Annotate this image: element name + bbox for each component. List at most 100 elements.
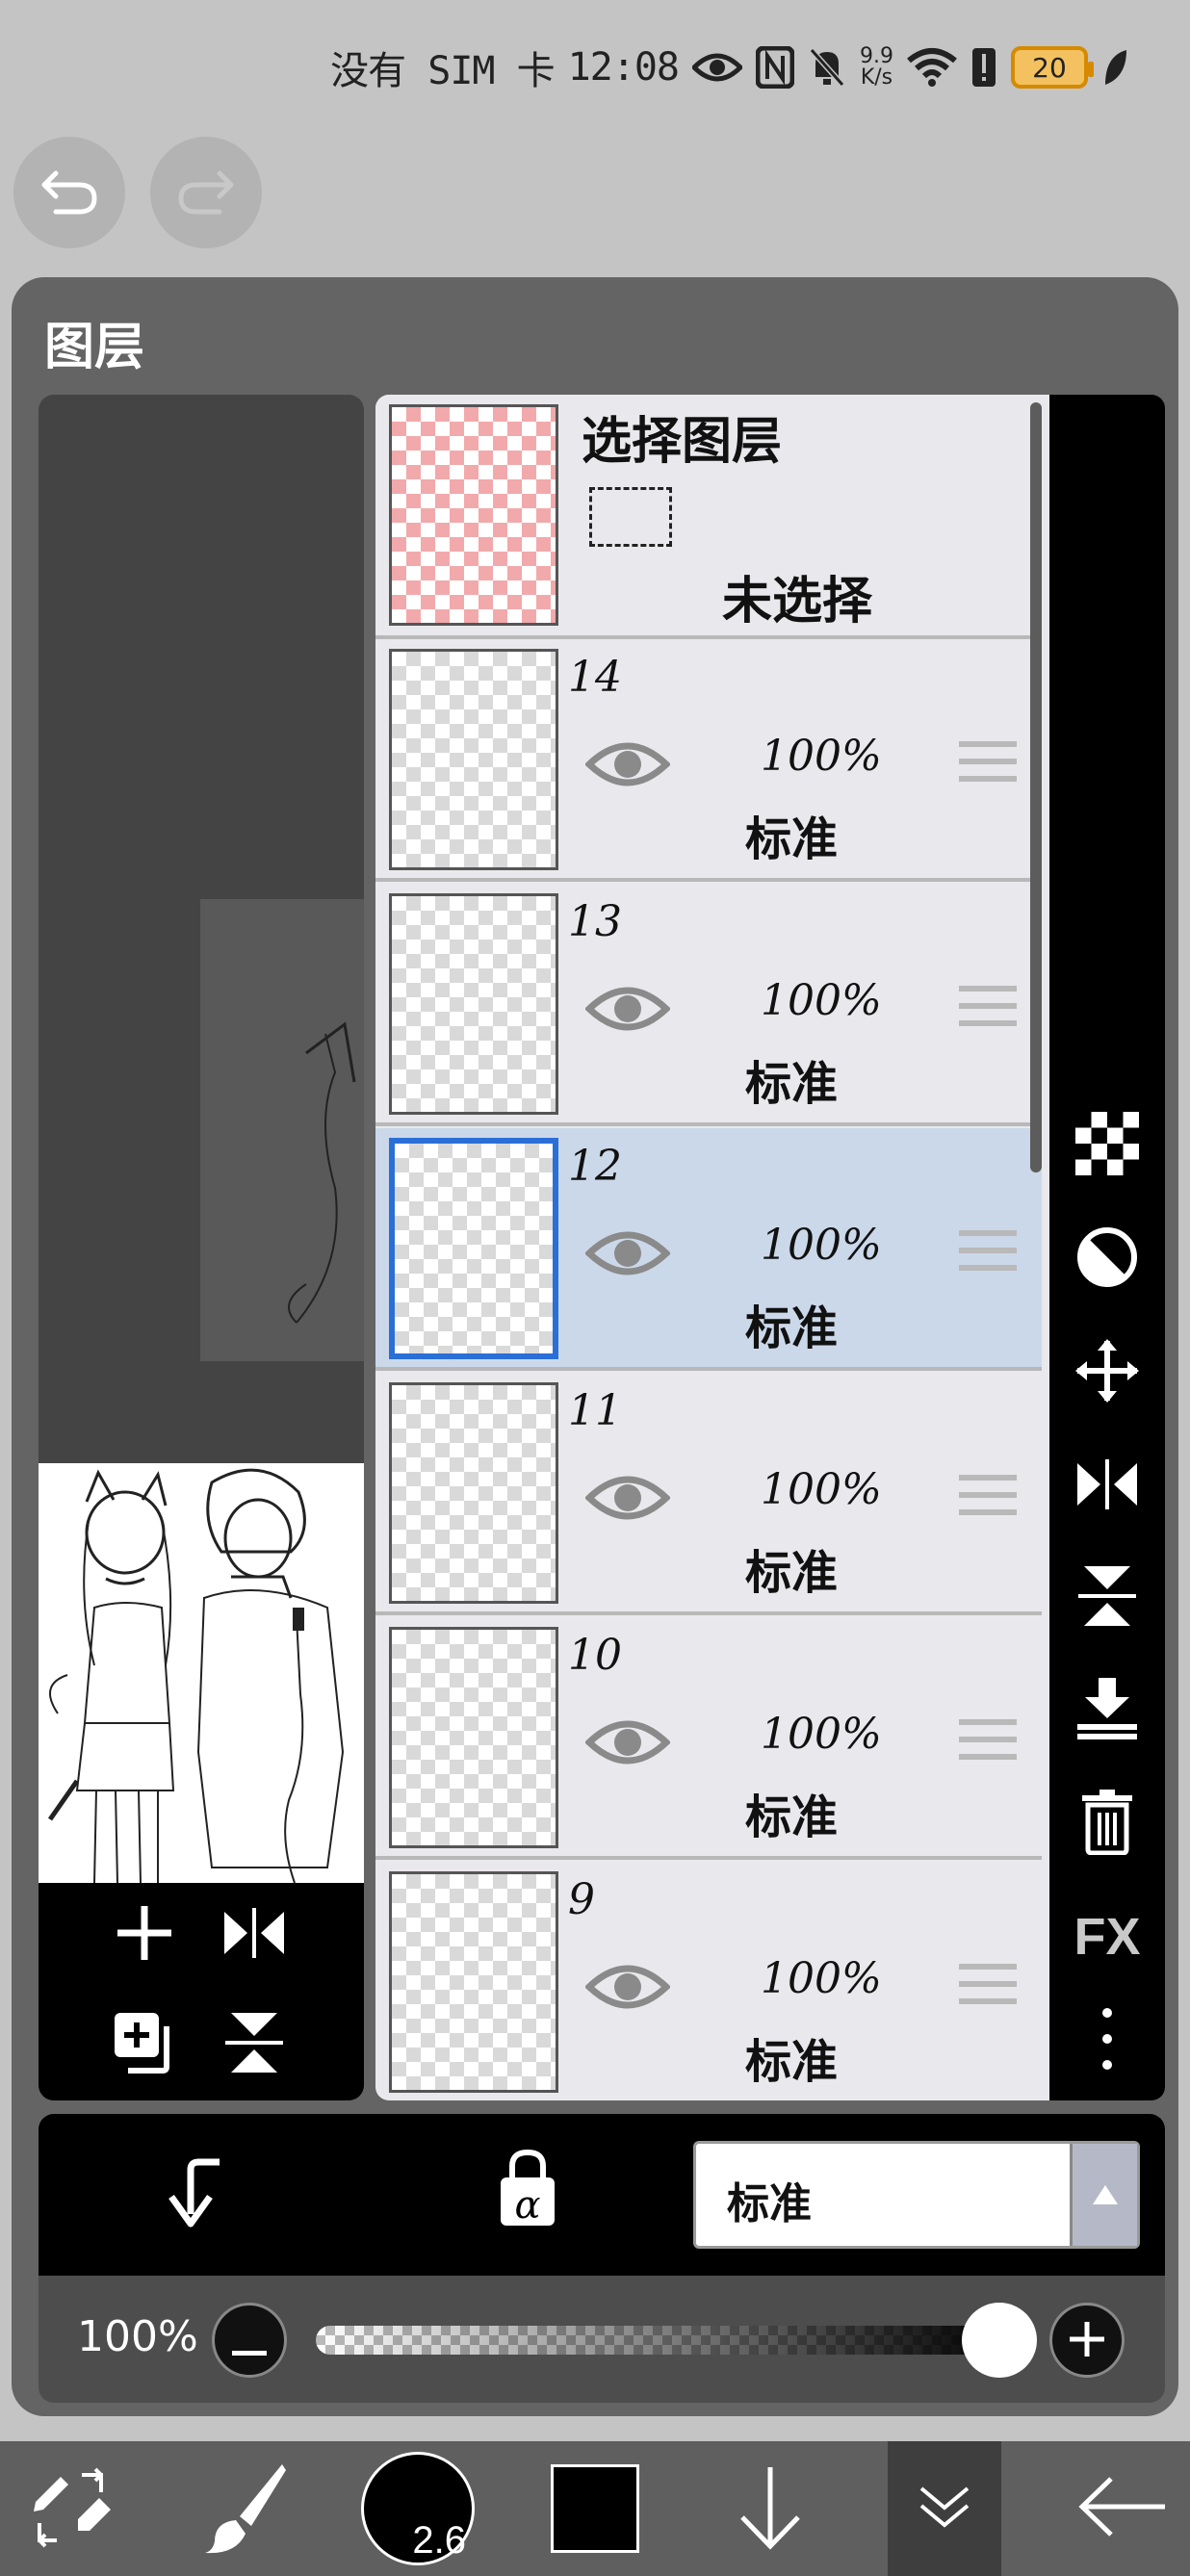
merge-down-icon xyxy=(1074,1674,1141,1745)
layer-thumbnail xyxy=(389,649,558,870)
flip-vertical-button[interactable] xyxy=(1069,1559,1146,1636)
redo-button[interactable] xyxy=(150,137,262,248)
leaf-icon xyxy=(1101,44,1128,90)
contrast-icon xyxy=(1075,1225,1139,1293)
drag-handle-icon[interactable] xyxy=(959,1964,1017,2014)
layer-blend-mode: 标准 xyxy=(745,1057,839,1111)
wifi-icon xyxy=(907,44,957,90)
layer-name: 10 xyxy=(568,1631,622,1680)
add-layer-button[interactable] xyxy=(106,1896,183,1973)
layer-side-toolbar: FX xyxy=(1049,395,1165,2100)
tool-switch-button[interactable] xyxy=(23,2451,119,2566)
transparency-checker-button[interactable] xyxy=(1069,1107,1146,1184)
brush-size-indicator: 2.6 xyxy=(361,2452,475,2565)
selection-marquee-icon xyxy=(589,487,672,547)
status-bar: 没有 SIM 卡 12:08 9.9 K/s 20 xyxy=(0,0,1190,135)
checkerboard-icon xyxy=(1075,1112,1139,1179)
layer-panel-toggle-button[interactable] xyxy=(888,2441,1001,2576)
layer-quick-tools xyxy=(39,1883,364,2100)
undo-button[interactable] xyxy=(13,137,125,248)
layer-row-13[interactable]: 13 100% 标准 xyxy=(375,884,1042,1126)
layer-opacity: 100% xyxy=(761,1710,882,1759)
opacity-decrease-button[interactable] xyxy=(212,2303,287,2378)
plus-icon xyxy=(1070,2316,1104,2364)
selection-layer-thumbnail xyxy=(389,404,558,626)
opacity-control: 100% xyxy=(39,2276,1165,2403)
visibility-eye-icon[interactable] xyxy=(583,1224,672,1282)
layer-row-9[interactable]: 9 100% 标准 xyxy=(375,1862,1042,2100)
duplicate-icon xyxy=(111,2009,178,2080)
layer-row-10[interactable]: 10 100% 标准 xyxy=(375,1617,1042,1860)
layer-list[interactable]: 选择图层 未选择 14 100% 标准 13 100% 标准 12 100% 标… xyxy=(375,395,1049,2100)
move-arrows-icon xyxy=(1074,1337,1141,1408)
flip-vertical-small-button[interactable] xyxy=(216,2006,293,2083)
drag-handle-icon[interactable] xyxy=(959,1475,1017,1525)
brush-size-button[interactable]: 2.6 xyxy=(360,2451,476,2566)
layer-row-11[interactable]: 11 100% 标准 xyxy=(375,1373,1042,1615)
move-button[interactable] xyxy=(1069,1334,1146,1411)
artwork-thumbnail xyxy=(47,1468,345,1884)
brush-size-value: 2.6 xyxy=(412,2519,466,2562)
eye-comfort-icon xyxy=(692,44,742,90)
visibility-eye-icon[interactable] xyxy=(583,1958,672,2016)
layer-list-scrollbar[interactable] xyxy=(1030,402,1042,1172)
drag-handle-icon[interactable] xyxy=(959,986,1017,1036)
network-speed: 9.9 K/s xyxy=(860,44,893,90)
layer-blend-mode: 标准 xyxy=(745,1790,839,1844)
layer-thumbnail xyxy=(389,1382,558,1604)
layer-thumbnail xyxy=(389,1138,558,1359)
more-options-button[interactable] xyxy=(1069,2002,1146,2079)
arrow-down-icon xyxy=(737,2463,804,2554)
layer-row-14[interactable]: 14 100% 标准 xyxy=(375,639,1042,882)
layer-opacity: 100% xyxy=(761,1954,882,2003)
blend-mode-value: 标准 xyxy=(727,2179,812,2228)
clipping-button[interactable] xyxy=(164,2156,231,2233)
drag-handle-icon[interactable] xyxy=(959,1719,1017,1769)
layer-name: 12 xyxy=(568,1142,622,1191)
redo-icon xyxy=(175,166,237,219)
battery-indicator: 20 xyxy=(1011,46,1094,89)
layer-options-bar: α 标准 xyxy=(39,2114,1165,2276)
pen-eraser-icon xyxy=(28,2463,115,2554)
layer-opacity: 100% xyxy=(761,1465,882,1514)
minus-icon xyxy=(232,2316,267,2364)
selection-layer-row[interactable]: 选择图层 未选择 xyxy=(375,395,1042,639)
canvas-preview-area[interactable] xyxy=(39,395,364,2100)
layer-blend-mode: 标准 xyxy=(745,2035,839,2089)
navigator-thumbnail[interactable] xyxy=(39,1463,364,1884)
layer-name: 9 xyxy=(568,1875,595,1924)
carrier-text: 没有 SIM 卡 xyxy=(330,49,555,93)
current-color-swatch xyxy=(551,2464,639,2553)
layer-row-12[interactable]: 12 100% 标准 xyxy=(375,1128,1042,1371)
layer-down-button[interactable] xyxy=(724,2451,816,2566)
merge-down-button[interactable] xyxy=(1069,1671,1146,1748)
fx-button[interactable]: FX xyxy=(1069,1898,1146,1975)
alpha-lock-button[interactable]: α xyxy=(497,2149,558,2233)
selection-layer-title: 选择图层 xyxy=(582,413,783,471)
opacity-slider-track[interactable] xyxy=(316,2326,1009,2355)
flip-vertical-icon xyxy=(223,2009,285,2080)
delete-layer-button[interactable] xyxy=(1069,1785,1146,1862)
opacity-slider-knob[interactable] xyxy=(962,2303,1037,2378)
opacity-increase-button[interactable] xyxy=(1049,2303,1125,2378)
adjust-button[interactable] xyxy=(1069,1221,1146,1298)
double-chevron-down-icon xyxy=(918,2483,971,2535)
back-button[interactable] xyxy=(1074,2451,1171,2566)
visibility-eye-icon[interactable] xyxy=(583,980,672,1038)
drag-handle-icon[interactable] xyxy=(959,1230,1017,1280)
blend-mode-dropdown[interactable]: 标准 xyxy=(693,2141,1140,2249)
visibility-eye-icon[interactable] xyxy=(583,1469,672,1527)
layer-opacity: 100% xyxy=(761,976,882,1025)
drag-handle-icon[interactable] xyxy=(959,741,1017,791)
visibility-eye-icon[interactable] xyxy=(583,1713,672,1771)
layer-name: 11 xyxy=(568,1386,622,1435)
color-swatch-button[interactable] xyxy=(549,2451,641,2566)
duplicate-layer-button[interactable] xyxy=(106,2006,183,2083)
dropdown-arrow-icon xyxy=(1070,2144,1137,2246)
visibility-eye-icon[interactable] xyxy=(583,735,672,793)
brush-tool-button[interactable] xyxy=(196,2451,293,2566)
flip-horizontal-button[interactable] xyxy=(1069,1448,1146,1525)
flip-horizontal-small-button[interactable] xyxy=(216,1896,293,1973)
layer-blend-mode: 标准 xyxy=(745,812,839,866)
layer-thumbnail xyxy=(389,893,558,1115)
